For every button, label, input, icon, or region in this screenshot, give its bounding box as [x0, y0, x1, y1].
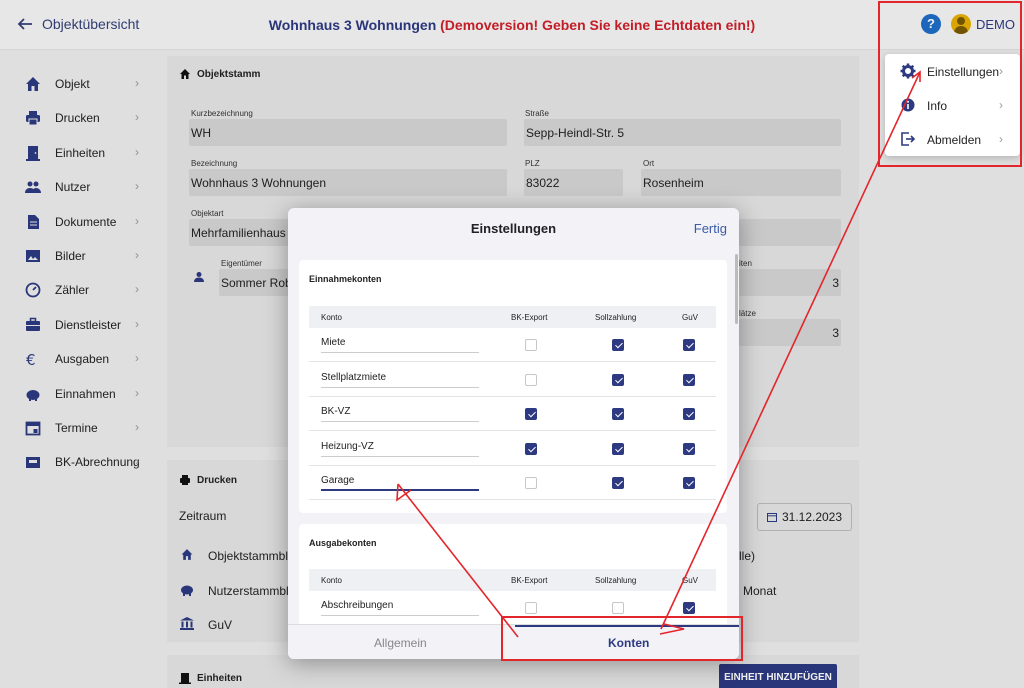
- konto-name-input[interactable]: BK-VZ: [321, 406, 479, 423]
- einnahmekonten-title: Einnahmekonten: [309, 274, 382, 284]
- bk-export-checkbox[interactable]: [525, 442, 537, 455]
- menu-item[interactable]: Info ›: [885, 88, 1020, 122]
- col-konto: Konto: [321, 576, 342, 585]
- bk-export-checkbox[interactable]: [525, 408, 537, 421]
- sollzahlung-checkbox[interactable]: [612, 602, 624, 614]
- bk-export-checkbox[interactable]: [525, 339, 537, 351]
- user-dropdown-menu: Einstellungen › Info › Abmelden ›: [885, 54, 1020, 156]
- tab-allgemein[interactable]: Allgemein: [374, 636, 427, 650]
- menu-item-label: Abmelden: [927, 133, 982, 147]
- modal-scroll-area[interactable]: Einnahmekonten Konto BK-Export Sollzahlu…: [288, 254, 739, 624]
- col-guv: GuV: [682, 576, 699, 585]
- einnahmekonten-section: Einnahmekonten Konto BK-Export Sollzahlu…: [299, 260, 727, 513]
- col-guv: GuV: [682, 313, 699, 322]
- ausgabekonten-section: Ausgabekonten Konto BK-Export Sollzahlun…: [299, 524, 727, 624]
- guv-checkbox[interactable]: [683, 442, 695, 455]
- modal-scrollbar[interactable]: [735, 254, 738, 324]
- guv-checkbox[interactable]: [683, 408, 695, 421]
- col-bk-export: BK-Export: [511, 313, 548, 322]
- table-row: Garage: [309, 466, 716, 501]
- chevron-right-icon: ›: [999, 132, 1003, 146]
- sollzahlung-checkbox[interactable]: [612, 477, 624, 490]
- menu-item[interactable]: Einstellungen ›: [885, 54, 1020, 88]
- sollzahlung-checkbox[interactable]: [612, 442, 624, 455]
- guv-checkbox[interactable]: [683, 602, 695, 614]
- bk-export-checkbox[interactable]: [525, 477, 537, 490]
- menu-item-label: Info: [927, 99, 948, 113]
- menu-item-label: Einstellungen: [927, 65, 1000, 79]
- logout-icon: [901, 132, 916, 146]
- guv-checkbox[interactable]: [683, 477, 695, 490]
- col-sollzahlung: Sollzahlung: [595, 576, 637, 585]
- tab-indicator: [515, 625, 739, 627]
- chevron-right-icon: ›: [999, 98, 1003, 112]
- guv-checkbox[interactable]: [683, 373, 695, 386]
- ausgaben-table-header: Konto BK-Export Sollzahlung GuV: [309, 569, 716, 591]
- ausgabekonten-title: Ausgabekonten: [309, 538, 377, 548]
- konto-name-input[interactable]: Miete: [321, 337, 479, 353]
- col-konto: Konto: [321, 313, 342, 322]
- chevron-right-icon: ›: [999, 64, 1003, 78]
- col-sollzahlung: Sollzahlung: [595, 313, 637, 322]
- table-row: Heizung-VZ: [309, 432, 716, 466]
- modal-tab-bar: Allgemein Konten: [288, 624, 739, 659]
- sollzahlung-checkbox[interactable]: [612, 373, 624, 386]
- konto-name-input[interactable]: Heizung-VZ: [321, 441, 479, 457]
- konto-name-input[interactable]: Stellplatzmiete: [321, 372, 479, 388]
- gear-icon: [900, 63, 916, 79]
- table-row: BK-VZ: [309, 397, 716, 432]
- info-icon: [901, 98, 915, 112]
- einnahmen-table-header: Konto BK-Export Sollzahlung GuV: [309, 306, 716, 328]
- settings-modal: Einstellungen Fertig Einnahmekonten Kont…: [288, 208, 739, 659]
- sollzahlung-checkbox[interactable]: [612, 408, 624, 421]
- konto-name-input[interactable]: Garage: [321, 475, 479, 492]
- col-bk-export: BK-Export: [511, 576, 548, 585]
- tab-konten[interactable]: Konten: [608, 636, 649, 650]
- sollzahlung-checkbox[interactable]: [612, 339, 624, 351]
- table-row: Abschreibungen: [309, 591, 716, 624]
- table-row: Stellplatzmiete: [309, 363, 716, 397]
- table-row: Miete: [309, 328, 716, 362]
- bk-export-checkbox[interactable]: [525, 373, 537, 386]
- menu-item[interactable]: Abmelden ›: [885, 122, 1020, 156]
- bk-export-checkbox[interactable]: [525, 602, 537, 614]
- guv-checkbox[interactable]: [683, 339, 695, 351]
- done-button[interactable]: Fertig: [694, 221, 727, 236]
- konto-name-input[interactable]: Abschreibungen: [321, 600, 479, 616]
- modal-title: Einstellungen: [470, 221, 557, 236]
